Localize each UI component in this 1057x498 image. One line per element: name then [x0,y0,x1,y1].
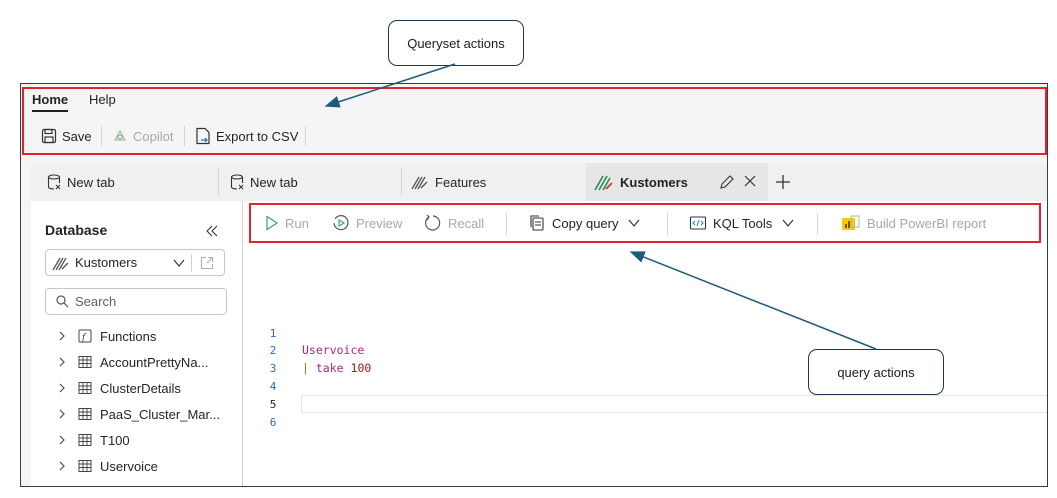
search-placeholder: Search [75,294,117,309]
kusto-icon [411,174,429,190]
query-tab-label: New tab [250,174,298,190]
query-tab-label: Features [435,174,487,190]
kusto-icon [594,173,614,191]
database-select[interactable]: Kustomers [45,249,225,276]
tab-divider [218,169,219,195]
database-select-value: Kustomers [75,255,138,270]
current-line-highlight [301,395,1047,413]
code-line-table: Uservoice [302,343,365,357]
app-window: Home Help Save Copilot Export to CSV New… [20,83,1048,487]
collapse-sidebar-icon[interactable] [206,225,218,237]
add-tab-icon[interactable] [775,174,791,190]
line-number: 4 [269,380,277,393]
query-tab-features[interactable]: Features [411,163,486,201]
sidebar-title: Database [45,222,108,238]
main-area: Database Kustomers Search Run Preview Re… [31,201,1047,486]
code-number: 100 [350,361,372,375]
query-tab-bar: New tab New tab Features Kustomers [31,163,1047,201]
line-number: 3 [269,362,277,375]
edit-icon[interactable] [719,174,735,190]
code-line-take: | take 100 [302,361,371,375]
query-tab-new-1[interactable]: New tab [47,163,115,201]
query-tab-label: New tab [67,174,115,190]
code-pipe: | [302,361,309,375]
search-icon [56,295,69,308]
query-tab-new-2[interactable]: New tab [230,163,298,201]
queryset-actions-label: Queryset actions [407,35,505,51]
database-icon [47,174,61,190]
database-sidebar: Database Kustomers Search [31,201,243,486]
search-input[interactable]: Search [45,288,227,315]
line-number: 1 [269,327,277,340]
tab-divider [401,169,402,195]
query-tab-label: Kustomers [620,174,688,190]
open-in-new-icon[interactable] [200,256,214,270]
queryset-actions-callout: Queryset actions [388,20,524,66]
line-number: 6 [269,416,277,429]
query-actions-highlight [249,203,1041,243]
select-divider [191,254,192,272]
query-tab-kustomers[interactable]: Kustomers [586,163,768,201]
query-actions-callout: query actions [808,349,944,395]
close-icon[interactable] [743,174,757,188]
code-operator: take [315,361,344,375]
queryset-actions-highlight [22,87,1047,155]
query-actions-label: query actions [837,364,915,380]
line-number: 5 [269,398,277,411]
line-number: 2 [269,344,277,357]
kusto-icon [52,255,70,271]
database-icon [230,174,244,190]
chevron-down-icon [173,258,185,268]
